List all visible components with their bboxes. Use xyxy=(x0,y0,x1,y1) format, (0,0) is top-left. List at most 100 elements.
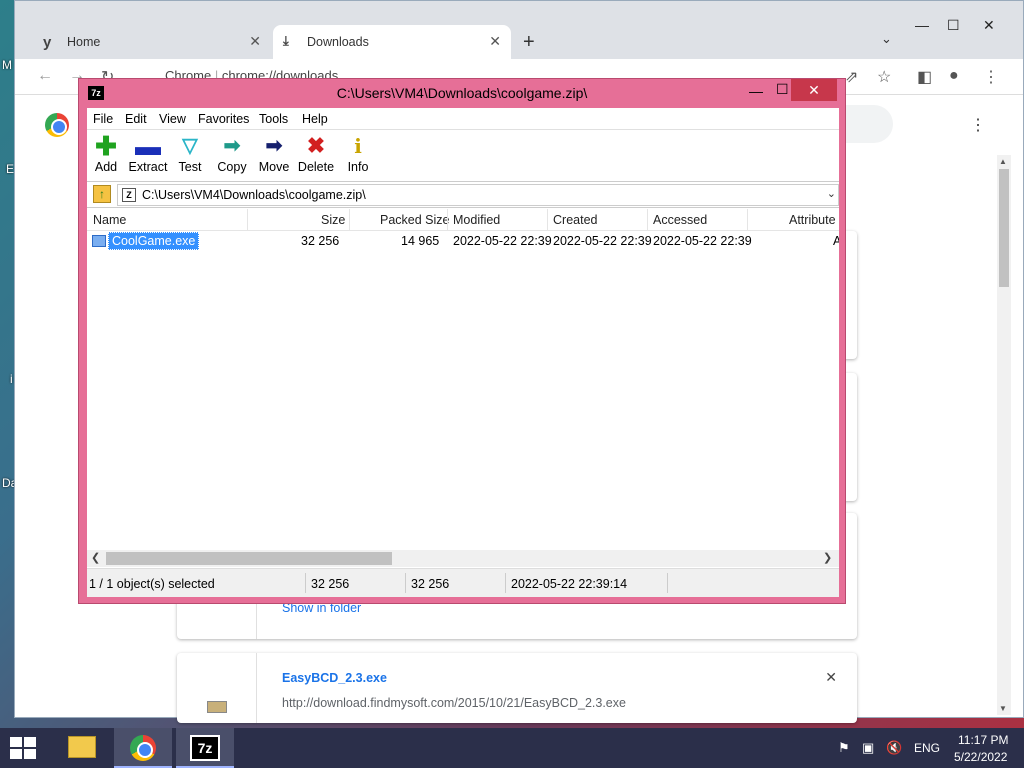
download-url[interactable]: http://download.findmysoft.com/2015/10/2… xyxy=(282,696,626,710)
download-icon: ⤓ xyxy=(283,33,289,48)
taskbar-7zip[interactable]: 7z xyxy=(176,728,234,768)
back-icon[interactable]: ← xyxy=(37,67,53,85)
column-divider xyxy=(647,209,648,231)
7zip-client: File Edit View Favorites Tools Help ✚ Ad… xyxy=(87,108,839,597)
address-bar: ↑ Z C:\Users\VM4\Downloads\coolgame.zip\… xyxy=(87,182,839,208)
language-indicator[interactable]: ENG xyxy=(914,741,940,755)
download-card: EasyBCD_2.3.exe http://download.findmyso… xyxy=(177,653,857,723)
test-button[interactable]: ▽ Test xyxy=(169,134,211,174)
table-row[interactable]: CoolGame.exe 32 256 14 965 2022-05-22 22… xyxy=(87,231,839,251)
column-divider xyxy=(447,209,448,231)
created-cell: 2022-05-22 22:39 xyxy=(553,234,652,248)
menu-view[interactable]: View xyxy=(159,112,186,126)
download-filename[interactable]: EasyBCD_2.3.exe xyxy=(282,671,387,685)
desktop-label: E xyxy=(6,162,15,176)
star-icon[interactable]: ☆ xyxy=(877,67,891,87)
status-divider xyxy=(505,573,506,593)
share-icon[interactable]: ⇗ xyxy=(845,67,858,87)
add-button[interactable]: ✚ Add xyxy=(85,131,127,174)
menu-edit[interactable]: Edit xyxy=(125,112,147,126)
move-button[interactable]: ➡ Move xyxy=(253,134,295,174)
minimize-icon[interactable]: — xyxy=(915,17,929,33)
network-icon[interactable]: ▣ xyxy=(862,740,874,756)
column-name[interactable]: Name xyxy=(93,213,126,227)
clock-date[interactable]: 5/22/2022 xyxy=(954,750,1007,764)
add-icon: ✚ xyxy=(95,131,117,161)
info-button[interactable]: i Info xyxy=(337,134,379,174)
delete-icon: ✖ xyxy=(306,133,326,158)
tab-label: Home xyxy=(67,35,101,49)
horizontal-scrollbar[interactable]: ❮ ❯ xyxy=(87,550,839,567)
extract-icon: ▬ xyxy=(135,131,161,161)
folder-up-icon[interactable]: ↑ xyxy=(93,185,111,203)
file-name-cell[interactable]: CoolGame.exe xyxy=(108,232,200,250)
scroll-right-icon[interactable]: ❯ xyxy=(823,551,832,564)
new-tab-icon[interactable]: + xyxy=(523,31,535,54)
profile-icon[interactable]: ● xyxy=(949,67,959,85)
column-size[interactable]: Size xyxy=(321,213,345,227)
maximize-icon[interactable]: ☐ xyxy=(947,17,960,34)
window-title: C:\Users\VM4\Downloads\coolgame.zip\ xyxy=(336,85,588,101)
column-packed-size[interactable]: Packed Size xyxy=(380,213,449,227)
minimize-icon[interactable]: — xyxy=(749,83,763,99)
info-icon: i xyxy=(354,134,362,158)
clock-time[interactable]: 11:17 PM xyxy=(958,733,1008,747)
list-header: Name Size Packed Size Modified Created A… xyxy=(87,209,839,231)
attributes-cell: A xyxy=(833,234,839,248)
column-created[interactable]: Created xyxy=(553,213,597,227)
menu-help[interactable]: Help xyxy=(302,112,328,126)
tab-label: Downloads xyxy=(307,35,369,49)
column-divider xyxy=(747,209,748,231)
close-icon[interactable]: ✕ xyxy=(489,33,501,50)
chevron-down-icon[interactable]: ⌄ xyxy=(827,187,836,200)
taskbar-chrome[interactable] xyxy=(114,728,172,768)
path-text: C:\Users\VM4\Downloads\coolgame.zip\ xyxy=(142,188,366,202)
menu-file[interactable]: File xyxy=(93,112,113,126)
more-icon[interactable]: ⋮ xyxy=(970,115,986,135)
extract-button[interactable]: ▬ Extract xyxy=(127,131,169,174)
scroll-up-icon[interactable]: ▲ xyxy=(999,157,1007,166)
taskbar-file-explorer[interactable] xyxy=(52,728,110,768)
titlebar: 7z C:\Users\VM4\Downloads\coolgame.zip\ … xyxy=(79,79,845,107)
close-icon[interactable]: ✕ xyxy=(791,79,837,101)
scroll-down-icon[interactable]: ▼ xyxy=(999,704,1007,713)
path-combobox[interactable]: Z C:\Users\VM4\Downloads\coolgame.zip\ ⌄ xyxy=(117,184,839,206)
remove-icon[interactable]: ✕ xyxy=(825,669,837,686)
status-divider xyxy=(405,573,406,593)
close-window-icon[interactable]: ✕ xyxy=(983,17,995,34)
status-time: 2022-05-22 22:39:14 xyxy=(511,577,628,591)
menubar: File Edit View Favorites Tools Help xyxy=(87,108,839,130)
y-logo-icon: y xyxy=(43,34,52,51)
column-attributes[interactable]: Attribute xyxy=(789,213,836,227)
scroll-left-icon[interactable]: ❮ xyxy=(91,551,100,564)
accessed-cell: 2022-05-22 22:39 xyxy=(653,234,752,248)
status-bar: 1 / 1 object(s) selected 32 256 32 256 2… xyxy=(87,568,839,597)
notification-flag-icon[interactable]: ⚑ xyxy=(838,740,850,756)
menu-icon[interactable]: ⋮ xyxy=(983,67,999,87)
7zip-icon: 7z xyxy=(190,735,220,761)
maximize-icon[interactable]: ☐ xyxy=(776,81,789,98)
column-accessed[interactable]: Accessed xyxy=(653,213,707,227)
windows-start-icon[interactable] xyxy=(10,737,38,759)
chrome-logo-icon xyxy=(45,113,69,137)
delete-button[interactable]: ✖ Delete xyxy=(295,133,337,175)
tab-downloads[interactable]: ⤓ Downloads ✕ xyxy=(273,25,511,59)
volume-muted-icon[interactable]: 🔇 xyxy=(886,740,902,756)
menu-favorites[interactable]: Favorites xyxy=(198,112,249,126)
tab-home[interactable]: y Home ✕ xyxy=(33,25,271,59)
desktop-label: i xyxy=(10,372,13,386)
copy-button[interactable]: ➡ Copy xyxy=(211,134,253,174)
sidepanel-icon[interactable]: ◧ xyxy=(917,67,932,87)
status-size: 32 256 xyxy=(311,577,350,591)
column-divider xyxy=(349,209,350,231)
column-modified[interactable]: Modified xyxy=(453,213,500,227)
status-divider xyxy=(667,573,668,593)
close-icon[interactable]: ✕ xyxy=(249,33,261,50)
menu-tools[interactable]: Tools xyxy=(259,112,288,126)
scroll-thumb[interactable] xyxy=(106,552,392,565)
page-scrollbar[interactable]: ▲ ▼ xyxy=(997,155,1011,715)
chevron-down-icon[interactable]: ⌄ xyxy=(881,31,892,47)
modified-cell: 2022-05-22 22:39 xyxy=(453,234,552,248)
scroll-thumb[interactable] xyxy=(999,169,1009,287)
column-divider xyxy=(247,209,248,231)
